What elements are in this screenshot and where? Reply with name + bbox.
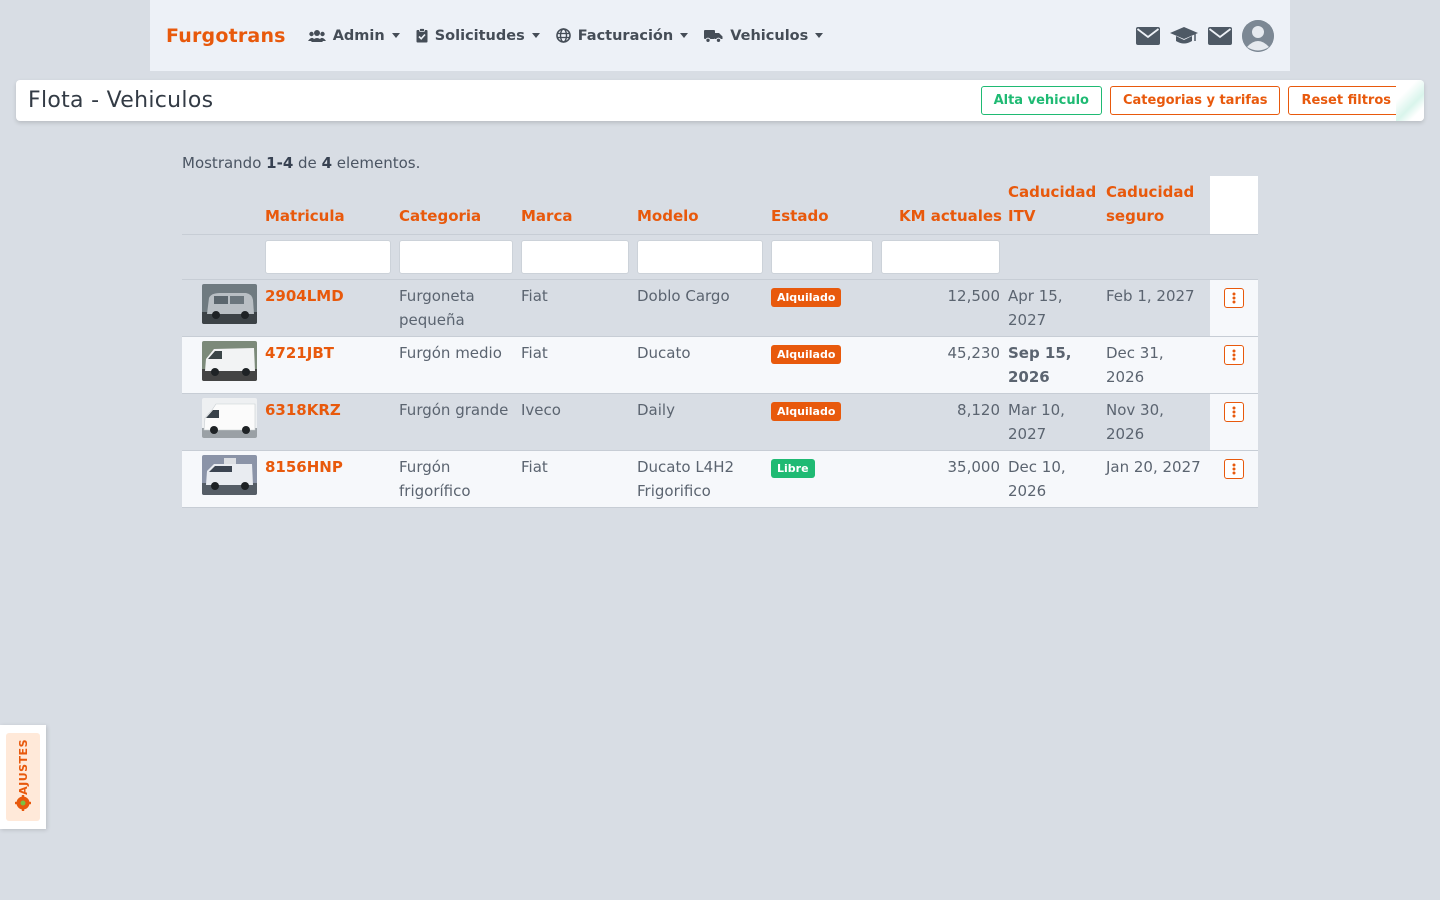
plate-link[interactable]: 8156HNP <box>265 458 343 476</box>
filter-marca-input[interactable] <box>521 240 629 274</box>
km-cell: 8,120 <box>881 393 1008 451</box>
insurance-cell: Dec 31, 2026 <box>1106 336 1210 394</box>
brand-cell: Iveco <box>521 393 637 451</box>
nav-admin[interactable]: Admin <box>307 27 400 44</box>
plate-link[interactable]: 6318KRZ <box>265 401 341 419</box>
vehicle-thumbnail <box>202 341 257 381</box>
filter-modelo-input[interactable] <box>637 240 763 274</box>
vehicles-table: Matricula Categoria Marca Modelo Estado … <box>182 176 1258 508</box>
nav-facturacion[interactable]: Facturación <box>555 27 689 44</box>
category-cell: Furgón frigorífico <box>399 450 521 508</box>
plate-link[interactable]: 4721JBT <box>265 344 334 362</box>
graduation-cap-icon[interactable] <box>1170 26 1198 45</box>
add-vehicle-button[interactable]: Alta vehiculo <box>980 86 1102 115</box>
vehicle-thumbnail <box>202 455 257 495</box>
filter-categoria-input[interactable] <box>399 240 513 274</box>
brand-logo[interactable]: Furgotrans <box>166 25 286 47</box>
clipboard-check-icon <box>416 28 428 43</box>
itv-cell: Dec 10, 2026 <box>1008 450 1106 508</box>
col-seguro[interactable]: Caducidad seguro <box>1106 176 1210 235</box>
page-header: Flota - Vehiculos Alta vehiculo Categori… <box>16 80 1424 121</box>
col-modelo[interactable]: Modelo <box>637 176 771 235</box>
col-marca[interactable]: Marca <box>521 176 637 235</box>
col-estado[interactable]: Estado <box>771 176 881 235</box>
brand-cell: Fiat <box>521 336 637 394</box>
itv-cell: Mar 10, 2027 <box>1008 393 1106 451</box>
insurance-cell: Jan 20, 2027 <box>1106 450 1210 508</box>
brand-cell: Fiat <box>521 450 637 508</box>
plate-link[interactable]: 2904LMD <box>265 287 344 305</box>
row-actions-button[interactable] <box>1224 345 1244 365</box>
col-actions <box>1210 176 1258 235</box>
km-cell: 45,230 <box>881 336 1008 394</box>
table-row: 8156HNP Furgón frigorífico Fiat Ducato L… <box>182 450 1258 508</box>
category-cell: Furgón grande <box>399 393 521 451</box>
status-badge: Alquilado <box>771 288 842 307</box>
filter-matricula-input[interactable] <box>265 240 391 274</box>
table-row: 4721JBT Furgón medio Fiat Ducato Alquila… <box>182 336 1258 394</box>
nav-vehiculos[interactable]: Vehiculos <box>704 27 824 44</box>
nav-vehiculos-label: Vehiculos <box>730 27 809 44</box>
brand-cell: Fiat <box>521 279 637 337</box>
truck-icon <box>704 29 723 43</box>
globe-icon <box>555 28 571 43</box>
model-cell: Daily <box>637 393 771 451</box>
col-categoria[interactable]: Categoria <box>399 176 521 235</box>
filter-km-input[interactable] <box>881 240 1000 274</box>
itv-cell: Apr 15, 2027 <box>1008 279 1106 337</box>
users-icon <box>307 29 326 42</box>
category-cell: Furgón medio <box>399 336 521 394</box>
chevron-down-icon <box>815 33 824 38</box>
chevron-down-icon <box>531 33 540 38</box>
more-vertical-icon <box>1232 463 1236 475</box>
nav-facturacion-label: Facturación <box>577 27 674 44</box>
km-cell: 35,000 <box>881 450 1008 508</box>
status-badge: Alquilado <box>771 345 842 364</box>
more-vertical-icon <box>1232 406 1236 418</box>
chevron-down-icon <box>391 33 400 38</box>
envelope-icon[interactable] <box>1208 26 1232 45</box>
row-actions-button[interactable] <box>1224 288 1244 308</box>
col-itv[interactable]: Caducidad ITV <box>1008 176 1106 235</box>
categories-rates-button[interactable]: Categorias y tarifas <box>1109 86 1281 115</box>
row-actions-button[interactable] <box>1224 459 1244 479</box>
settings-label: AJUSTES <box>16 739 30 795</box>
top-navbar: Furgotrans Admin Solicitudes Facturación… <box>150 0 1290 71</box>
model-cell: Doblo Cargo <box>637 279 771 337</box>
col-thumbnail <box>182 176 265 235</box>
more-vertical-icon <box>1232 349 1236 361</box>
nav-solicitudes[interactable]: Solicitudes <box>416 28 540 44</box>
km-cell: 12,500 <box>881 279 1008 337</box>
vehicle-thumbnail <box>202 284 257 324</box>
col-matricula[interactable]: Matricula <box>265 176 399 235</box>
envelope-icon[interactable] <box>1136 26 1160 45</box>
results-summary: Mostrando 1-4 de 4 elementos. <box>182 154 421 172</box>
category-cell: Furgoneta pequeña <box>399 279 521 337</box>
itv-cell: Sep 15, 2026 <box>1008 336 1106 394</box>
page-title: Flota - Vehiculos <box>28 88 214 113</box>
table-row: 2904LMD Furgoneta pequeña Fiat Doblo Car… <box>182 279 1258 337</box>
filter-estado-input[interactable] <box>771 240 873 274</box>
vehicle-thumbnail <box>202 398 257 438</box>
status-badge: Alquilado <box>771 402 842 421</box>
gear-icon <box>15 795 31 815</box>
header-decoration <box>1396 80 1424 121</box>
nav-solicitudes-label: Solicitudes <box>434 27 525 44</box>
col-km[interactable]: KM actuales <box>881 176 1008 235</box>
user-avatar-icon[interactable] <box>1242 19 1274 52</box>
reset-filters-button[interactable]: Reset filtros <box>1288 86 1404 115</box>
status-badge: Libre <box>771 459 815 478</box>
more-vertical-icon <box>1232 292 1236 304</box>
model-cell: Ducato L4H2 Frigorifico <box>637 450 771 508</box>
nav-admin-label: Admin <box>332 27 385 44</box>
row-actions-button[interactable] <box>1224 402 1244 422</box>
insurance-cell: Nov 30, 2026 <box>1106 393 1210 451</box>
model-cell: Ducato <box>637 336 771 394</box>
chevron-down-icon <box>680 33 689 38</box>
settings-tab[interactable]: AJUSTES <box>0 725 46 829</box>
insurance-cell: Feb 1, 2027 <box>1106 279 1210 337</box>
table-row: 6318KRZ Furgón grande Iveco Daily Alquil… <box>182 393 1258 451</box>
